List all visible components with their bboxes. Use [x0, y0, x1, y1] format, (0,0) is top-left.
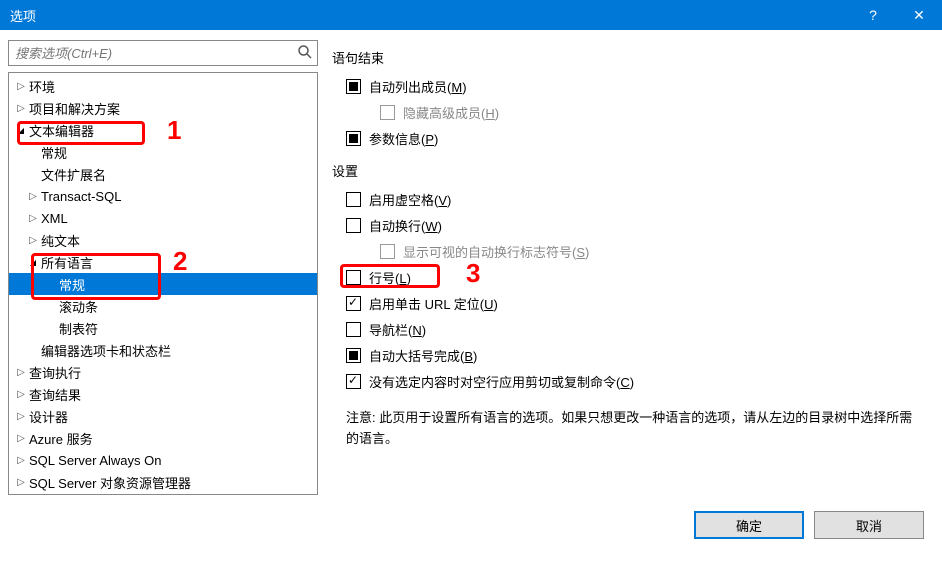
- help-button[interactable]: ?: [850, 0, 896, 30]
- window-title: 选项: [10, 6, 850, 25]
- cb-hide-advanced: [380, 105, 395, 120]
- settings-panel: 语句结束 自动列出成员(M) 隐藏高级成员(H) 参数信息(P) 设置 启用虚空…: [328, 40, 934, 495]
- tree-item-label: 查询执行: [29, 363, 81, 382]
- titlebar: 选项 ? ✕: [0, 0, 942, 30]
- tree-item-label: 文本编辑器: [29, 121, 94, 140]
- cb-param-info[interactable]: [346, 131, 361, 146]
- caret-down-icon[interactable]: ◢: [15, 126, 27, 135]
- tree-item-label: Azure 服务: [29, 429, 93, 448]
- tree-item[interactable]: 文件扩展名: [9, 163, 317, 185]
- caret-right-icon[interactable]: ▷: [15, 477, 27, 488]
- tree-item[interactable]: ▷环境: [9, 75, 317, 97]
- tree-item-label: 常规: [41, 143, 67, 162]
- caret-right-icon[interactable]: ▷: [27, 235, 39, 246]
- cb-param-info-label[interactable]: 参数信息(P): [369, 129, 438, 148]
- cb-word-wrap[interactable]: [346, 218, 361, 233]
- cb-navbar-label[interactable]: 导航栏(N): [369, 320, 426, 339]
- caret-down-icon[interactable]: ◢: [27, 258, 39, 267]
- tree-item[interactable]: ▷查询结果: [9, 383, 317, 405]
- tree-item[interactable]: ▷设计器: [9, 405, 317, 427]
- tree-item-label: SQL Server 对象资源管理器: [29, 473, 191, 492]
- close-icon: ✕: [913, 7, 925, 24]
- cb-word-wrap-label[interactable]: 自动换行(W): [369, 216, 442, 235]
- cb-brace-label[interactable]: 自动大括号完成(B): [369, 346, 477, 365]
- tree-item[interactable]: ▷XML: [9, 207, 317, 229]
- note-text: 注意: 此页用于设置所有语言的选项。如果只想更改一种语言的选项，请从左边的目录树…: [332, 408, 920, 450]
- tree-item[interactable]: 编辑器选项卡和状态栏: [9, 339, 317, 361]
- close-button[interactable]: ✕: [896, 0, 942, 30]
- caret-right-icon[interactable]: ▷: [15, 389, 27, 400]
- cb-line-numbers-label[interactable]: 行号(L): [369, 268, 411, 287]
- caret-right-icon[interactable]: ▷: [27, 213, 39, 224]
- caret-right-icon[interactable]: ▷: [15, 455, 27, 466]
- cb-hide-advanced-label: 隐藏高级成员(H): [403, 103, 499, 122]
- cb-auto-list[interactable]: [346, 79, 361, 94]
- section-settings: 设置: [332, 161, 920, 180]
- cb-virtual-space-label[interactable]: 启用虚空格(V): [369, 190, 451, 209]
- tree-item[interactable]: ◢文本编辑器: [9, 119, 317, 141]
- caret-right-icon[interactable]: ▷: [15, 433, 27, 444]
- tree-item[interactable]: ▷纯文本: [9, 229, 317, 251]
- tree-item[interactable]: ▷SQL Server 对象资源管理器: [9, 471, 317, 493]
- options-tree[interactable]: ▷环境▷项目和解决方案◢文本编辑器常规文件扩展名▷Transact-SQL▷XM…: [9, 73, 317, 494]
- tree-item[interactable]: ◢所有语言: [9, 251, 317, 273]
- tree-item[interactable]: 滚动条: [9, 295, 317, 317]
- cancel-button[interactable]: 取消: [814, 511, 924, 539]
- tree-item[interactable]: ▷Azure 服务: [9, 427, 317, 449]
- cb-virtual-space[interactable]: [346, 192, 361, 207]
- caret-right-icon[interactable]: ▷: [27, 191, 39, 202]
- tree-item-label: 环境: [29, 77, 55, 96]
- tree-item-label: 制表符: [59, 319, 98, 338]
- tree-item-label: 查询结果: [29, 385, 81, 404]
- caret-right-icon[interactable]: ▷: [15, 103, 27, 114]
- help-icon: ?: [869, 7, 877, 23]
- cb-cutcopy-empty-label[interactable]: 没有选定内容时对空行应用剪切或复制命令(C): [369, 372, 634, 391]
- caret-right-icon[interactable]: ▷: [15, 411, 27, 422]
- cb-cutcopy-empty[interactable]: [346, 374, 361, 389]
- search-input[interactable]: [8, 40, 318, 66]
- cb-brace[interactable]: [346, 348, 361, 363]
- cb-line-numbers[interactable]: [346, 270, 361, 285]
- tree-item[interactable]: 常规: [9, 141, 317, 163]
- cb-url-nav-label[interactable]: 启用单击 URL 定位(U): [369, 294, 498, 313]
- tree-item-label: 编辑器选项卡和状态栏: [41, 341, 171, 360]
- tree-item-label: 纯文本: [41, 231, 80, 250]
- tree-item-label: 文件扩展名: [41, 165, 106, 184]
- caret-right-icon[interactable]: ▷: [15, 367, 27, 378]
- tree-item[interactable]: 制表符: [9, 317, 317, 339]
- ok-button[interactable]: 确定: [694, 511, 804, 539]
- tree-container: ▷环境▷项目和解决方案◢文本编辑器常规文件扩展名▷Transact-SQL▷XM…: [8, 72, 318, 495]
- tree-item[interactable]: ▷Transact-SQL: [9, 185, 317, 207]
- tree-item-label: 设计器: [29, 407, 68, 426]
- cb-url-nav[interactable]: [346, 296, 361, 311]
- tree-item[interactable]: ▷SQL Server Always On: [9, 449, 317, 471]
- tree-item[interactable]: 常规: [9, 273, 317, 295]
- cb-wrap-glyph: [380, 244, 395, 259]
- search-wrap: [8, 40, 318, 66]
- tree-item-label: XML: [41, 211, 68, 226]
- tree-item-label: 项目和解决方案: [29, 99, 120, 118]
- tree-item-label: Transact-SQL: [41, 189, 121, 204]
- cb-wrap-glyph-label: 显示可视的自动换行标志符号(S): [403, 242, 589, 261]
- tree-item-label: 滚动条: [59, 297, 98, 316]
- section-statement-completion: 语句结束: [332, 48, 920, 67]
- tree-item-label: SQL Server Always On: [29, 453, 161, 468]
- tree-item-label: 所有语言: [41, 253, 93, 272]
- tree-item[interactable]: ▷查询执行: [9, 361, 317, 383]
- tree-item-label: 常规: [59, 275, 85, 294]
- caret-right-icon[interactable]: ▷: [15, 81, 27, 92]
- dialog-button-row: 确定 取消: [0, 495, 942, 555]
- cb-auto-list-label[interactable]: 自动列出成员(M): [369, 77, 467, 96]
- cb-navbar[interactable]: [346, 322, 361, 337]
- tree-item[interactable]: ▷项目和解决方案: [9, 97, 317, 119]
